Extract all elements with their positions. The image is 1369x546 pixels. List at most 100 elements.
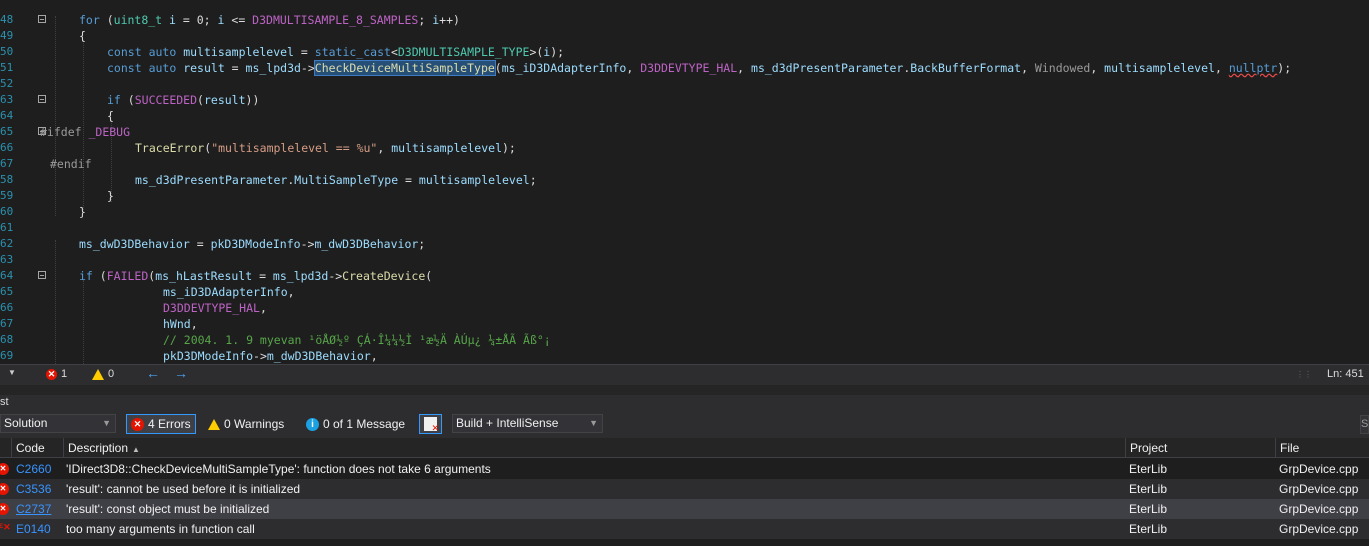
code-text[interactable]: const auto multisamplelevel = static_cas… <box>107 44 564 60</box>
code-text[interactable]: TraceError("multisamplelevel == %u", mul… <box>135 140 516 156</box>
previous-issue-button[interactable]: ← <box>146 365 160 381</box>
error-list-title-bar: st <box>0 395 1369 411</box>
error-project: EterLib <box>1129 482 1168 496</box>
messages-filter-button[interactable]: i 0 of 1 Message <box>302 414 409 434</box>
code-text[interactable]: ms_iD3DAdapterInfo, <box>163 284 295 300</box>
code-line[interactable]: 51 const auto result = ms_lpd3d->CheckDev… <box>0 60 1369 76</box>
code-line[interactable]: 49 { <box>0 28 1369 44</box>
source-value: Build + IntelliSense <box>456 416 559 430</box>
code-text[interactable]: if (SUCCEEDED(result)) <box>107 92 259 108</box>
line-number: 63 <box>0 253 14 266</box>
code-line[interactable]: 63 <box>0 252 1369 268</box>
grip-icon[interactable]: ⋮⋮ <box>1296 370 1312 379</box>
column-code[interactable]: Code <box>11 438 63 458</box>
code-text[interactable]: D3DDEVTYPE_HAL, <box>163 300 267 316</box>
collapse-icon[interactable] <box>38 15 46 23</box>
code-text[interactable]: { <box>79 28 86 44</box>
error-code-link[interactable]: C3536 <box>16 479 62 499</box>
code-text[interactable]: } <box>107 188 114 204</box>
line-number: 66 <box>0 301 14 314</box>
error-code-link[interactable]: E0140 <box>16 519 62 539</box>
error-icon: ✕ <box>0 483 9 495</box>
code-text[interactable]: // 2004. 1. 9 myevan ¹öÅØ½º ÇÁ·Î¼¼½Ì ¹æ½… <box>163 332 551 348</box>
code-text[interactable]: { <box>107 108 114 124</box>
error-project: EterLib <box>1129 462 1168 476</box>
code-line[interactable]: 67 #endif <box>0 156 1369 172</box>
code-text[interactable]: for (uint8_t i = 0; i <= D3DMULTISAMPLE_… <box>79 12 460 28</box>
code-line[interactable]: 68 // 2004. 1. 9 myevan ¹öÅØ½º ÇÁ·Î¼¼½Ì ¹… <box>0 332 1369 348</box>
search-input[interactable]: S <box>1360 415 1369 434</box>
error-code-link[interactable]: C2660 <box>16 459 62 479</box>
column-file[interactable]: File <box>1275 438 1369 458</box>
column-project[interactable]: Project <box>1125 438 1275 458</box>
code-text[interactable]: #ifdef _DEBUG <box>40 124 130 140</box>
code-line[interactable]: 58 ms_d3dPresentParameter.MultiSampleType… <box>0 172 1369 188</box>
code-line[interactable]: 67 hWnd, <box>0 316 1369 332</box>
chevron-down-icon[interactable]: ▼ <box>8 368 16 377</box>
error-list-toolbar: Solution ▼ ✕ 4 Errors 0 Warnings i 0 of … <box>0 411 1369 438</box>
line-number: 58 <box>0 173 14 186</box>
code-line[interactable]: 66 TraceError("multisamplelevel == %u", m… <box>0 140 1369 156</box>
error-file: GrpDevice.cpp <box>1279 502 1359 516</box>
error-row[interactable]: ✕ C2737 'result': const object must be ini… <box>0 499 1369 519</box>
error-count: 1 <box>61 368 68 380</box>
error-project: EterLib <box>1129 502 1168 516</box>
line-number: 62 <box>0 237 14 250</box>
code-line[interactable]: 65 ms_iD3DAdapterInfo, <box>0 284 1369 300</box>
clear-filter-button[interactable] <box>419 414 442 434</box>
error-icon: ✕ <box>0 463 9 475</box>
line-number: 67 <box>0 317 14 330</box>
code-line[interactable]: 69 pkD3DModeInfo->m_dwD3DBehavior, <box>0 348 1369 364</box>
code-line[interactable]: 59} <box>0 188 1369 204</box>
error-icon: ✕ <box>46 368 57 380</box>
zoom-dropdown[interactable]: ▼ <box>8 368 16 377</box>
sort-ascending-icon: ▲ <box>132 445 140 454</box>
next-issue-button[interactable]: → <box>174 365 188 381</box>
code-line[interactable]: 64 if (FAILED(ms_hLastResult = ms_lpd3d->… <box>0 268 1369 284</box>
error-file: GrpDevice.cpp <box>1279 462 1359 476</box>
error-row[interactable]: ✕ C2660 'IDirect3D8::CheckDeviceMultiSampl… <box>0 459 1369 479</box>
filter-clear-icon <box>424 417 439 434</box>
source-dropdown[interactable]: Build + IntelliSense ▼ <box>452 414 603 433</box>
panel-separator[interactable] <box>0 385 1369 395</box>
error-count-indicator[interactable]: ✕ 1 <box>46 368 67 380</box>
scope-dropdown[interactable]: Solution ▼ <box>0 414 116 433</box>
code-line[interactable]: 66 D3DDEVTYPE_HAL, <box>0 300 1369 316</box>
code-line[interactable]: 61 <box>0 220 1369 236</box>
code-text[interactable]: ms_d3dPresentParameter.MultiSampleType =… <box>135 172 537 188</box>
error-description: 'result': cannot be used before it is in… <box>66 482 301 496</box>
errors-filter-button[interactable]: ✕ 4 Errors <box>126 414 196 434</box>
code-text[interactable]: if (FAILED(ms_hLastResult = ms_lpd3d->Cr… <box>79 268 432 284</box>
line-number: 64 <box>0 109 14 122</box>
code-line[interactable]: 50 const auto multisamplelevel = static_c… <box>0 44 1369 60</box>
code-text[interactable]: pkD3DModeInfo->m_dwD3DBehavior, <box>163 348 378 364</box>
code-text[interactable]: const auto result = ms_lpd3d->CheckDevic… <box>107 60 1291 76</box>
code-line[interactable]: 65 #ifdef _DEBUG <box>0 124 1369 140</box>
code-editor[interactable]: 48 for (uint8_t i = 0; i <= D3DMULTISAMPL… <box>0 0 1369 364</box>
line-indicator[interactable]: Ln: 451 <box>1327 368 1364 380</box>
line-number: 51 <box>0 61 14 74</box>
line-number: 68 <box>0 333 14 346</box>
code-line[interactable]: 60} <box>0 204 1369 220</box>
code-line[interactable]: 52 <box>0 76 1369 92</box>
error-row[interactable]: ✕ C3536 'result': cannot be used before it… <box>0 479 1369 499</box>
code-line[interactable]: 48 for (uint8_t i = 0; i <= D3DMULTISAMPL… <box>0 12 1369 28</box>
error-description: 'result': const object must be initializ… <box>66 502 270 516</box>
collapse-icon[interactable] <box>38 271 46 279</box>
code-text[interactable]: #endif <box>50 156 92 172</box>
code-text[interactable]: ms_dwD3DBehavior = pkD3DModeInfo->m_dwD3… <box>79 236 425 252</box>
code-text[interactable]: } <box>79 204 86 220</box>
scope-value: Solution <box>4 416 48 430</box>
code-text[interactable]: hWnd, <box>163 316 198 332</box>
warnings-filter-button[interactable]: 0 Warnings <box>204 414 288 434</box>
line-number: 65 <box>0 285 14 298</box>
column-description[interactable]: Description ▲ <box>63 438 1125 458</box>
error-code-link[interactable]: C2737 <box>16 499 62 519</box>
code-line[interactable]: 64 { <box>0 108 1369 124</box>
warning-count-indicator[interactable]: 0 <box>92 368 114 380</box>
line-number: 69 <box>0 349 14 362</box>
error-row[interactable]: ᴱ✕ E0140 too many arguments in function ca… <box>0 519 1369 539</box>
code-line[interactable]: 63 if (SUCCEEDED(result)) <box>0 92 1369 108</box>
code-line[interactable]: 62 ms_dwD3DBehavior = pkD3DModeInfo->m_dw… <box>0 236 1369 252</box>
collapse-icon[interactable] <box>38 95 46 103</box>
